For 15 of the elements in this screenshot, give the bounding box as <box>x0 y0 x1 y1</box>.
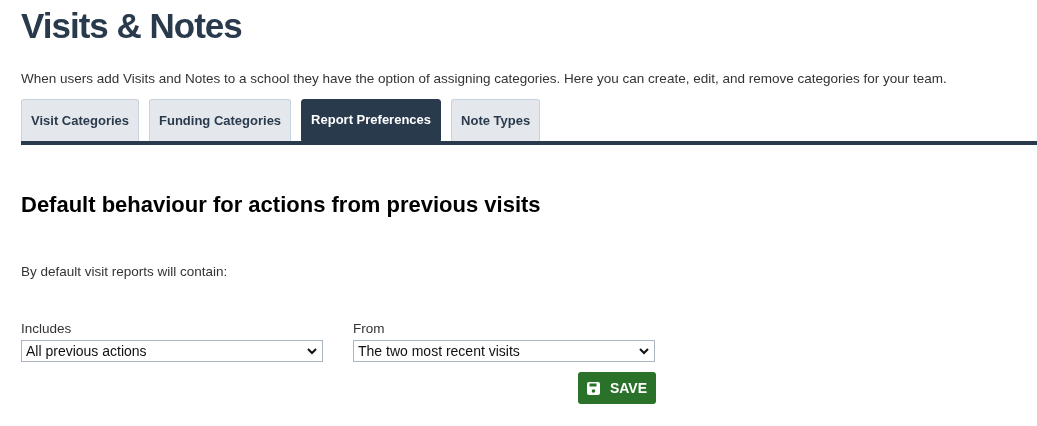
page-title: Visits & Notes <box>21 5 242 47</box>
save-button[interactable]: SAVE <box>577 372 656 405</box>
tab[interactable]: Report Preferences <box>301 99 442 141</box>
tab[interactable]: Funding Categories <box>149 99 292 141</box>
intro-text: By default visit reports will contain: <box>21 263 228 281</box>
page-description: When users add Visits and Notes to a school they have the option of assigning categories. Here you can create, edit, and remove categories for your team. <box>21 70 947 88</box>
field-label: From <box>353 320 385 339</box>
chevron-down-icon <box>307 347 317 355</box>
chevron-down-icon <box>639 347 649 355</box>
tab[interactable]: Note Types <box>451 99 541 141</box>
tab[interactable]: Visit Categories <box>21 99 140 141</box>
dropdown[interactable]: The two most recent visits <box>353 340 655 363</box>
field-label: Includes <box>21 320 72 339</box>
section-heading: Default behaviour for actions from previous visits <box>21 191 541 219</box>
dropdown[interactable]: All previous actions <box>21 340 323 363</box>
